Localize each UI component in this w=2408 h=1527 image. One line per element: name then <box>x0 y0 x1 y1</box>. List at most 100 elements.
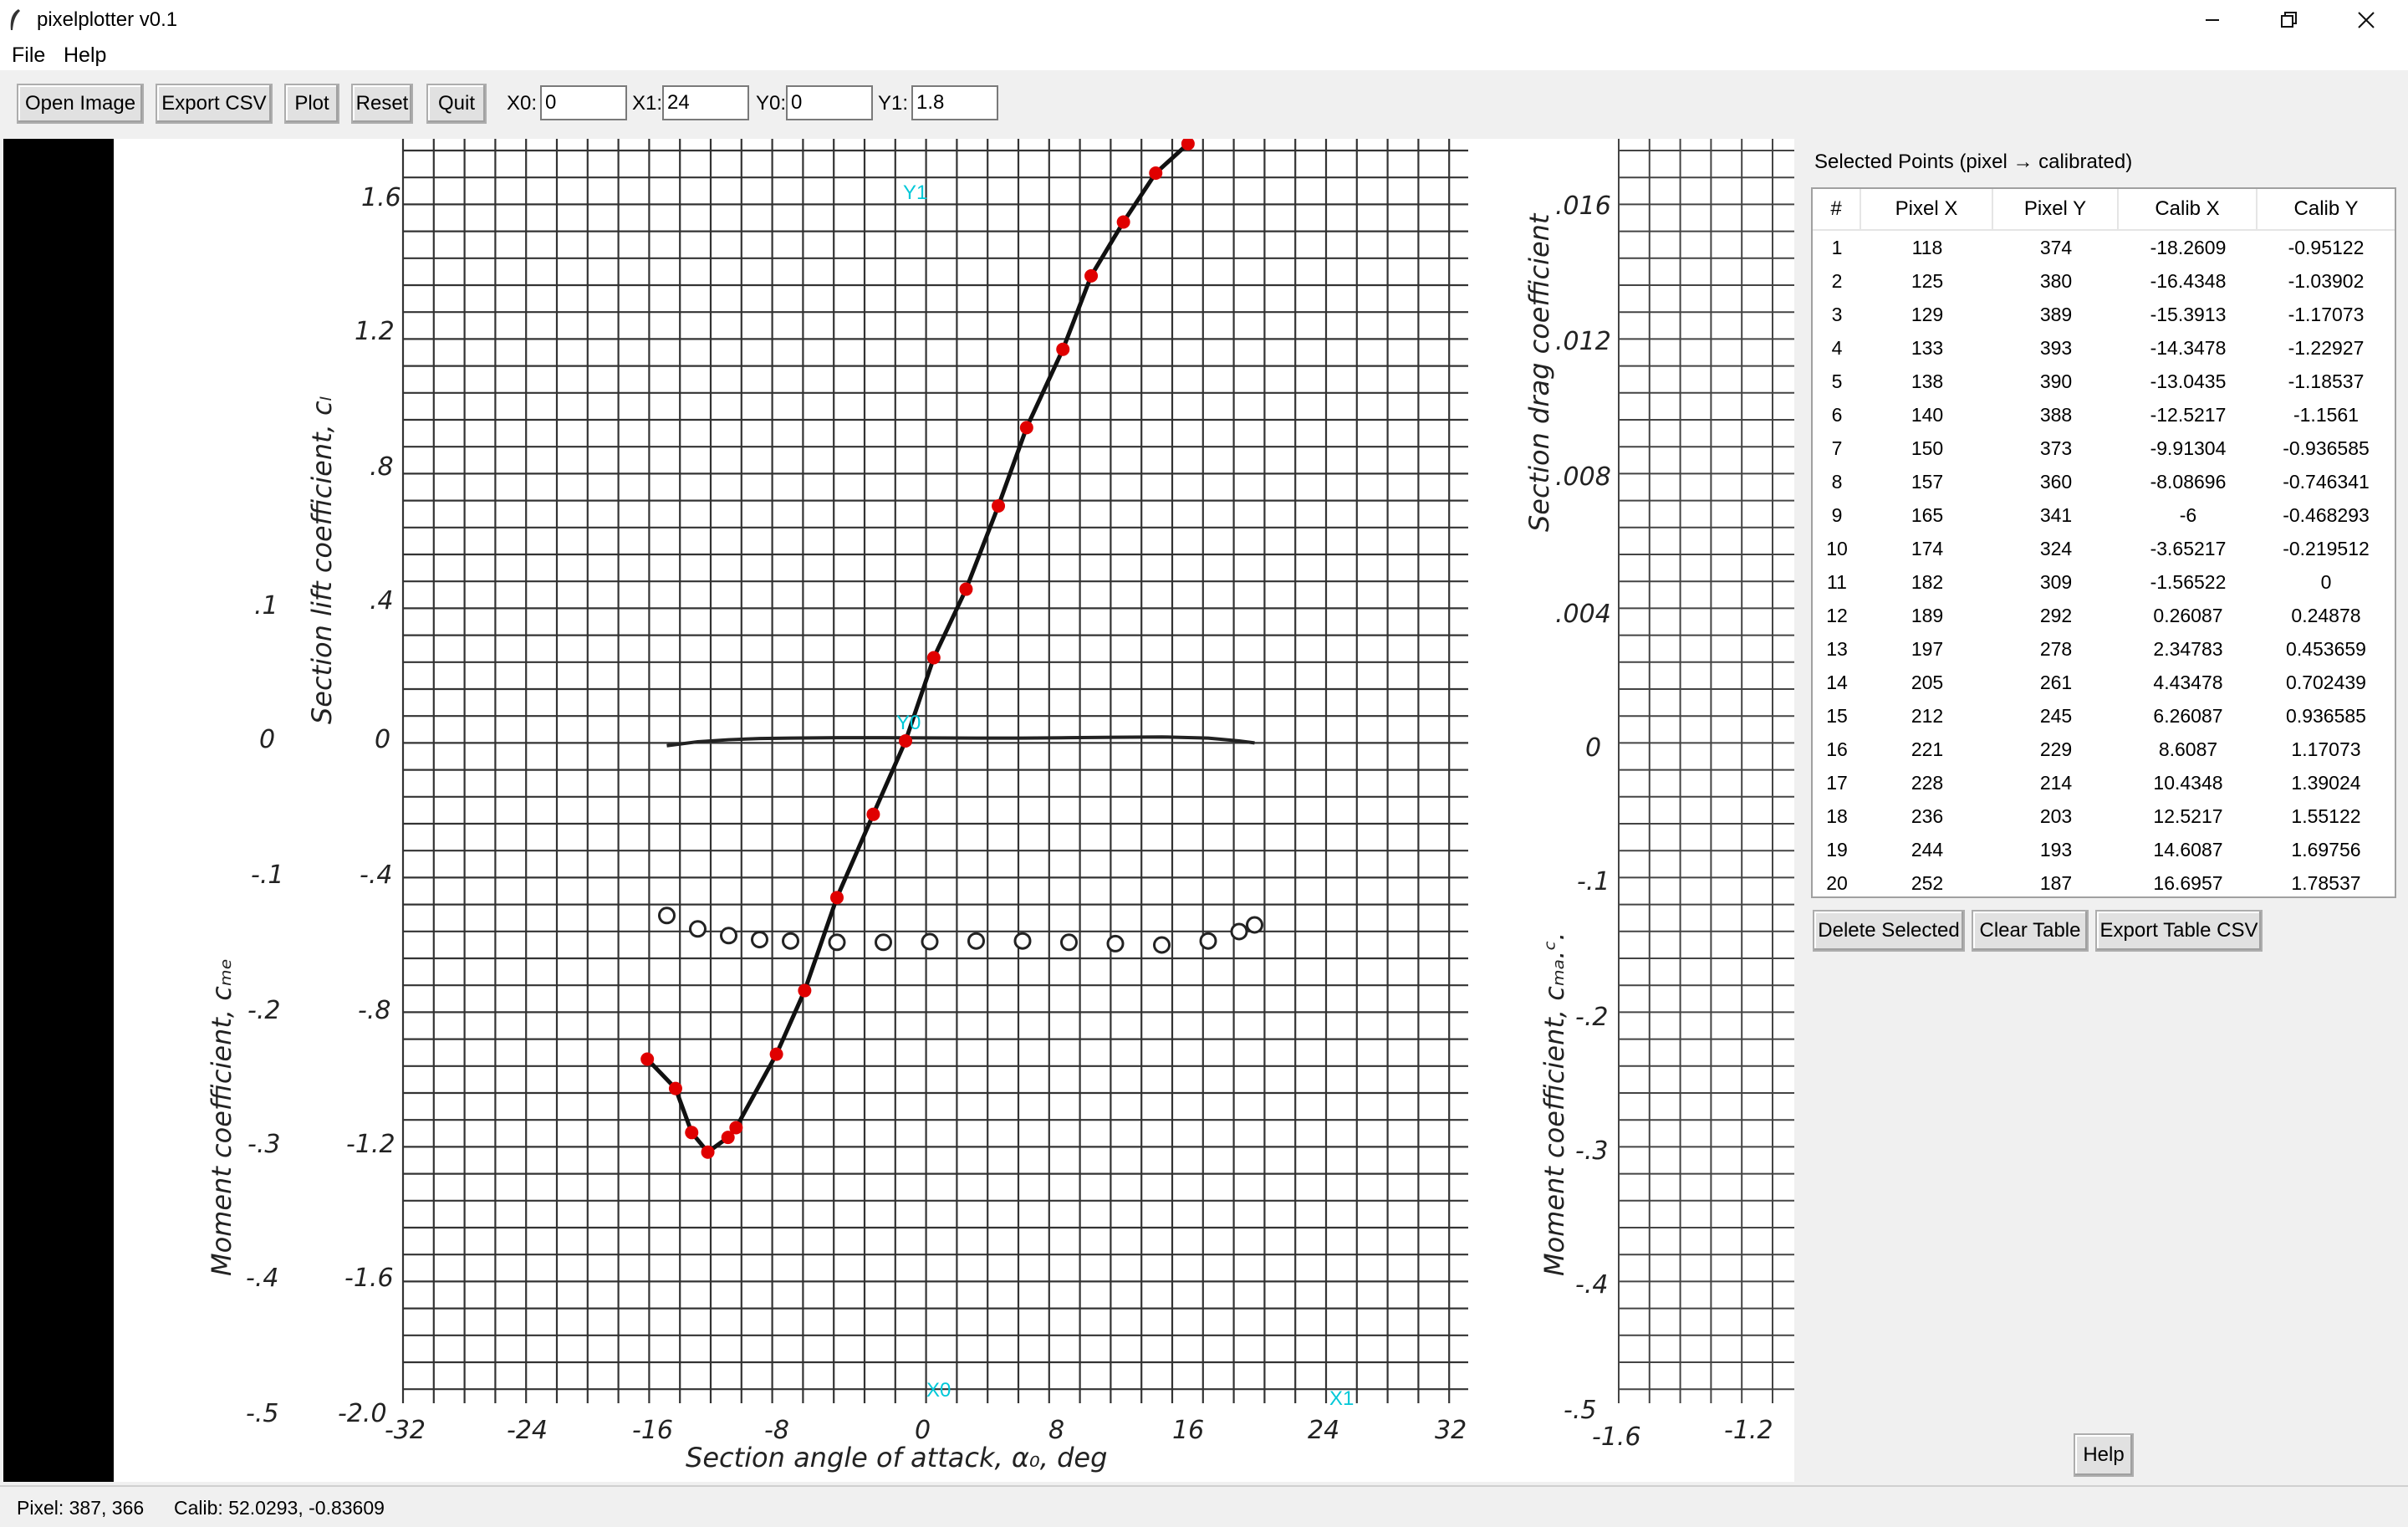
table-cell: 125 <box>1911 269 1944 292</box>
table-row[interactable]: 10 174 324 -3.65217 -0.219512 <box>1813 532 2395 565</box>
column-header-pixel-y[interactable]: Pixel Y <box>1993 189 2119 229</box>
drag-tick-label: 0 <box>1585 733 1601 763</box>
table-cell: 1.17073 <box>2291 738 2361 760</box>
quit-button[interactable]: Quit <box>426 84 487 124</box>
table-cell: -1.1561 <box>2293 403 2359 426</box>
moment-tick-label: -.5 <box>246 1399 278 1428</box>
table-cell: 15 <box>1826 704 1848 727</box>
table-row[interactable]: 2 125 380 -16.4348 -1.03902 <box>1813 264 2395 298</box>
table-cell: 374 <box>2039 236 2073 258</box>
table-cell: -1.56522 <box>2150 570 2227 593</box>
table-cell: 278 <box>2039 637 2073 660</box>
y0-input[interactable] <box>786 85 873 120</box>
menu-file[interactable]: File <box>12 42 45 69</box>
table-header: # Pixel X Pixel Y Calib X Calib Y <box>1813 189 2395 231</box>
column-header-index[interactable]: # <box>1813 189 1861 229</box>
table-row[interactable]: 19 244 193 14.6087 1.69756 <box>1813 833 2395 866</box>
table-row[interactable]: 15 212 245 6.26087 0.936585 <box>1813 699 2395 733</box>
table-cell: 205 <box>1911 671 1944 693</box>
moment-tick-label: -.3 <box>247 1130 280 1159</box>
points-table[interactable]: # Pixel X Pixel Y Calib X Calib Y 1 118 37… <box>1811 187 2396 898</box>
reset-button[interactable]: Reset <box>351 84 413 124</box>
moment-tick-label: .1 <box>254 591 278 621</box>
lift-tick-label: 1.2 <box>355 317 395 346</box>
plot-curves <box>645 142 1263 1156</box>
table-cell: 360 <box>2039 470 2073 493</box>
selected-point <box>685 1126 699 1140</box>
x-tick-label: -24 <box>507 1416 548 1445</box>
y1-label: Y1: <box>878 92 909 115</box>
moment-tick-label: 0 <box>259 725 275 754</box>
table-cell: -12.5217 <box>2150 403 2227 426</box>
table-cell: -0.746341 <box>2283 470 2370 493</box>
table-cell: 17 <box>1826 771 1848 794</box>
right-axis-labels: .016 .012 .008 .004 0 -.1 -.2 -.3 -.4 -.… <box>1555 192 1773 1452</box>
table-row[interactable]: 9 165 341 -6 -0.468293 <box>1813 498 2395 532</box>
table-cell: 9 <box>1831 503 1843 526</box>
table-cell: 16.6957 <box>2153 871 2223 894</box>
table-row[interactable]: 4 133 393 -14.3478 -1.22927 <box>1813 331 2395 365</box>
table-row[interactable]: 7 150 373 -9.91304 -0.936585 <box>1813 432 2395 465</box>
column-header-pixel-x[interactable]: Pixel X <box>1861 189 1993 229</box>
menu-help[interactable]: Help <box>64 42 106 69</box>
table-cell: 309 <box>2039 570 2073 593</box>
delete-selected-button[interactable]: Delete Selected <box>1813 910 1965 952</box>
column-header-calib-y[interactable]: Calib Y <box>2258 189 2395 229</box>
minimize-icon <box>2206 19 2219 21</box>
x0-input[interactable] <box>540 85 627 120</box>
table-cell: 2.34783 <box>2153 637 2223 660</box>
moment-marker <box>1153 936 1171 954</box>
table-row[interactable]: 16 221 229 8.6087 1.17073 <box>1813 733 2395 766</box>
table-row[interactable]: 11 182 309 -1.56522 0 <box>1813 565 2395 599</box>
lift-tick-label: 1.6 <box>361 183 401 212</box>
open-image-button[interactable]: Open Image <box>17 84 144 124</box>
selected-point <box>1084 268 1099 283</box>
table-row[interactable]: 1 118 374 -18.2609 -0.95122 <box>1813 231 2395 264</box>
table-cell: 4 <box>1831 336 1843 359</box>
table-cell: 341 <box>2039 503 2073 526</box>
scanned-plot-image: 1.6 1.2 .8 .4 0 -.4 -.8 -1.2 -1.6 -2.0 .… <box>206 139 1794 1473</box>
table-cell: -0.468293 <box>2283 503 2370 526</box>
table-row[interactable]: 12 189 292 0.26087 0.24878 <box>1813 599 2395 632</box>
lift-tick-label: -2.0 <box>338 1399 387 1428</box>
table-row[interactable]: 5 138 390 -13.0435 -1.18537 <box>1813 365 2395 398</box>
y1-input[interactable] <box>911 85 998 120</box>
table-cell: 203 <box>2039 804 2073 827</box>
table-cell: 182 <box>1911 570 1944 593</box>
table-cell: 129 <box>1911 303 1944 325</box>
table-row[interactable]: 18 236 203 12.5217 1.55122 <box>1813 799 2395 833</box>
table-row[interactable]: 17 228 214 10.4348 1.39024 <box>1813 766 2395 799</box>
table-row[interactable]: 3 129 389 -15.3913 -1.17073 <box>1813 298 2395 331</box>
table-cell: -1.22927 <box>2288 336 2365 359</box>
table-row[interactable]: 20 252 187 16.6957 1.78537 <box>1813 866 2395 896</box>
lift-tick-label: .8 <box>370 452 394 482</box>
image-canvas[interactable]: 1.6 1.2 .8 .4 0 -.4 -.8 -1.2 -1.6 -2.0 .… <box>3 139 1794 1482</box>
lift-axis-title: Section lift coefficient, cₗ <box>306 396 338 724</box>
table-cell: 6.26087 <box>2153 704 2223 727</box>
table-cell: 1 <box>1831 236 1843 258</box>
table-cell: 0 <box>2320 570 2332 593</box>
table-cell: 11 <box>1827 570 1847 593</box>
table-cell: 380 <box>2039 269 2073 292</box>
help-button[interactable]: Help <box>2074 1433 2134 1477</box>
drag-tick-label: .016 <box>1555 192 1611 221</box>
table-row[interactable]: 13 197 278 2.34783 0.453659 <box>1813 632 2395 666</box>
table-cell: 292 <box>2039 604 2073 626</box>
table-row[interactable]: 14 205 261 4.43478 0.702439 <box>1813 666 2395 699</box>
lift-curve <box>645 142 1190 1156</box>
feather-app-icon <box>10 9 20 30</box>
plot-button[interactable]: Plot <box>284 84 339 124</box>
table-row[interactable]: 6 140 388 -12.5217 -1.1561 <box>1813 398 2395 432</box>
table-cell: 221 <box>1911 738 1944 760</box>
table-cell: 187 <box>2039 871 2073 894</box>
minimize-button[interactable] <box>2174 0 2251 40</box>
moment-right-tick-label: -.5 <box>1564 1396 1596 1425</box>
table-row[interactable]: 8 157 360 -8.08696 -0.746341 <box>1813 465 2395 498</box>
column-header-calib-x[interactable]: Calib X <box>2119 189 2258 229</box>
export-table-csv-button[interactable]: Export Table CSV <box>2095 910 2263 952</box>
close-button[interactable] <box>2328 0 2405 40</box>
clear-table-button[interactable]: Clear Table <box>1972 910 2089 952</box>
x1-input[interactable] <box>662 85 749 120</box>
export-csv-button[interactable]: Export CSV <box>156 84 273 124</box>
restore-button[interactable] <box>2251 0 2328 40</box>
